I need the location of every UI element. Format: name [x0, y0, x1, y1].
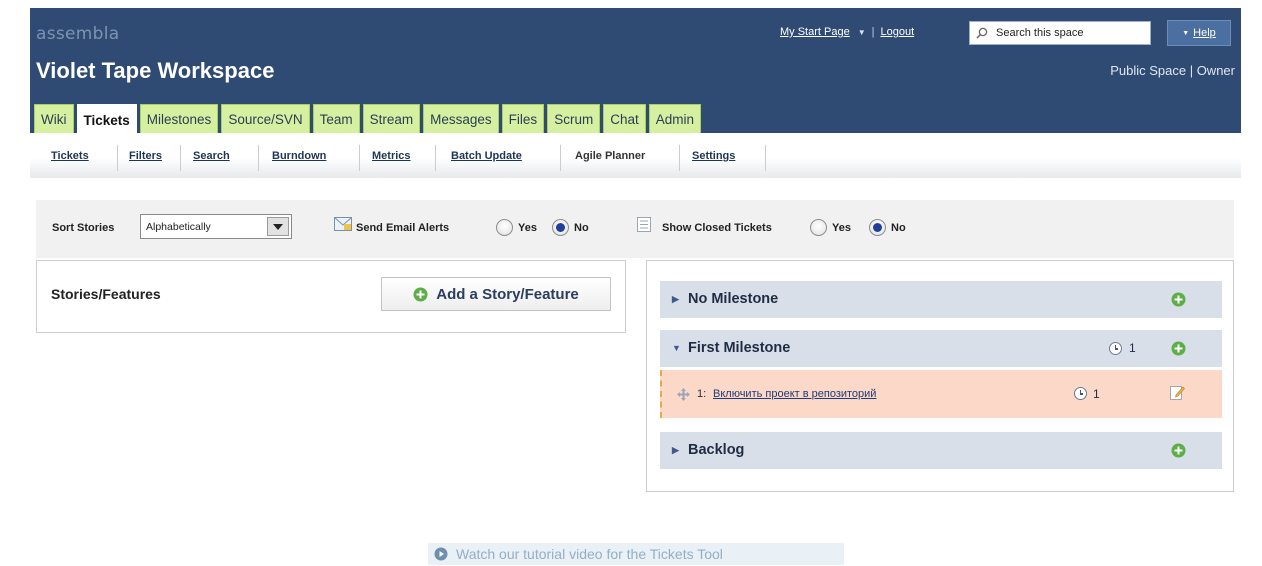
milestones-panel: ▶ No Milestone ▼ First Milestone 1 1: Вк… — [646, 260, 1234, 492]
link-separator: | — [871, 26, 875, 38]
add-story-button[interactable]: Add a Story/Feature — [381, 277, 611, 311]
clock-icon — [1109, 342, 1122, 355]
clock-icon — [1074, 387, 1087, 400]
sort-select[interactable]: Alphabetically — [140, 214, 292, 239]
collapse-icon[interactable]: ▼ — [672, 343, 681, 353]
brand-logo[interactable]: assembla — [36, 24, 119, 44]
app-header: assembla Violet Tape Workspace My Start … — [30, 8, 1241, 135]
edit-icon[interactable] — [1170, 384, 1185, 400]
subnav-metrics[interactable]: Metrics — [372, 150, 411, 162]
subnav-divider — [117, 145, 118, 171]
expand-icon[interactable]: ▶ — [672, 294, 679, 305]
milestone-row-no-milestone[interactable]: ▶ No Milestone — [660, 281, 1222, 318]
closed-yes-label: Yes — [832, 222, 851, 234]
dropdown-icon[interactable]: ▼ — [858, 28, 866, 37]
closed-no-radio[interactable] — [869, 219, 886, 236]
logout-link[interactable]: Logout — [880, 26, 914, 38]
subnav-divider — [359, 145, 360, 171]
subnav-settings[interactable]: Settings — [692, 150, 735, 162]
tab-stream[interactable]: Stream — [362, 104, 421, 134]
tab-team[interactable]: Team — [312, 104, 360, 134]
tab-messages[interactable]: Messages — [423, 104, 499, 134]
search-icon — [976, 27, 988, 39]
sort-label: Sort Stories — [52, 222, 115, 234]
closed-yes-radio[interactable] — [810, 219, 827, 236]
subnav-agile-planner[interactable]: Agile Planner — [575, 150, 645, 162]
expand-icon[interactable]: ▶ — [672, 445, 679, 456]
add-story-label: Add a Story/Feature — [436, 285, 579, 303]
milestone-count: 1 — [1129, 341, 1136, 355]
closed-tickets-label: Show Closed Tickets — [662, 222, 772, 234]
list-icon — [637, 217, 651, 232]
ticket-count: 1 — [1093, 387, 1100, 401]
my-start-page-link[interactable]: My Start Page — [780, 26, 850, 38]
filter-bar: Sort Stories Alphabetically Send Email A… — [36, 200, 1234, 258]
add-icon[interactable] — [1171, 443, 1186, 458]
ticket-row[interactable]: 1: Включить проект в репозиторий 1 — [660, 370, 1222, 418]
tab-chat[interactable]: Chat — [603, 104, 646, 134]
tab-source-svn[interactable]: Source/SVN — [221, 104, 310, 134]
help-label: Help — [1193, 27, 1216, 39]
milestone-row-backlog[interactable]: ▶ Backlog — [660, 432, 1222, 469]
milestone-name: Backlog — [688, 442, 745, 458]
subnav-divider — [435, 145, 436, 171]
tutorial-text: Watch our tutorial video for the Tickets… — [456, 546, 723, 562]
tab-files[interactable]: Files — [501, 104, 545, 134]
tab-admin[interactable]: Admin — [648, 104, 701, 134]
milestone-name: No Milestone — [688, 291, 779, 307]
subnav-divider — [765, 145, 766, 171]
tab-wiki[interactable]: Wiki — [34, 104, 74, 134]
space-info: Public Space | Owner — [1110, 63, 1235, 78]
milestone-row-first[interactable]: ▼ First Milestone 1 — [660, 330, 1222, 367]
ticket-link[interactable]: Включить проект в репозиторий — [713, 388, 876, 400]
main-tabs: Wiki Tickets Milestones Source/SVN Team … — [34, 104, 701, 135]
stories-title: Stories/Features — [51, 286, 161, 302]
email-no-label: No — [574, 222, 589, 234]
tab-tickets[interactable]: Tickets — [76, 104, 137, 135]
subnav-batch-update[interactable]: Batch Update — [451, 150, 522, 162]
email-yes-radio[interactable] — [496, 219, 513, 236]
milestone-name: First Milestone — [688, 340, 791, 356]
play-icon — [434, 547, 448, 561]
add-icon[interactable] — [1171, 341, 1186, 356]
workspace-title: Violet Tape Workspace — [36, 58, 275, 83]
subnav-tickets[interactable]: Tickets — [51, 150, 89, 162]
add-icon — [413, 287, 428, 301]
chevron-down-icon[interactable] — [267, 217, 289, 236]
subnav-filters[interactable]: Filters — [129, 150, 162, 162]
ticket-number: 1: — [697, 388, 707, 400]
subnav-search[interactable]: Search — [193, 150, 230, 162]
tutorial-link[interactable]: Watch our tutorial video for the Tickets… — [428, 543, 844, 565]
stories-panel: Stories/Features Add a Story/Feature — [36, 260, 626, 333]
email-no-radio[interactable] — [552, 219, 569, 236]
move-icon[interactable] — [677, 388, 690, 401]
subnav-divider — [258, 145, 259, 171]
search-placeholder: Search this space — [996, 27, 1084, 39]
add-icon[interactable] — [1171, 292, 1186, 307]
subnav-burndown[interactable]: Burndown — [272, 150, 326, 162]
sub-navigation: Tickets Filters Search Burndown Metrics … — [30, 133, 1241, 178]
top-links: My Start Page ▼ | Logout — [780, 26, 914, 38]
tab-scrum[interactable]: Scrum — [547, 104, 601, 134]
sort-value: Alphabetically — [146, 220, 211, 233]
email-yes-label: Yes — [518, 222, 537, 234]
subnav-divider — [679, 145, 680, 171]
closed-no-label: No — [891, 222, 906, 234]
tab-milestones[interactable]: Milestones — [139, 104, 219, 134]
search-input[interactable]: Search this space — [969, 21, 1151, 45]
email-alerts-label: Send Email Alerts — [356, 222, 450, 234]
subnav-divider — [180, 145, 181, 171]
email-icon — [334, 217, 352, 231]
help-caret-icon: ▼ — [1182, 29, 1190, 37]
help-button[interactable]: ▼ Help — [1167, 20, 1231, 46]
subnav-divider — [560, 145, 561, 171]
